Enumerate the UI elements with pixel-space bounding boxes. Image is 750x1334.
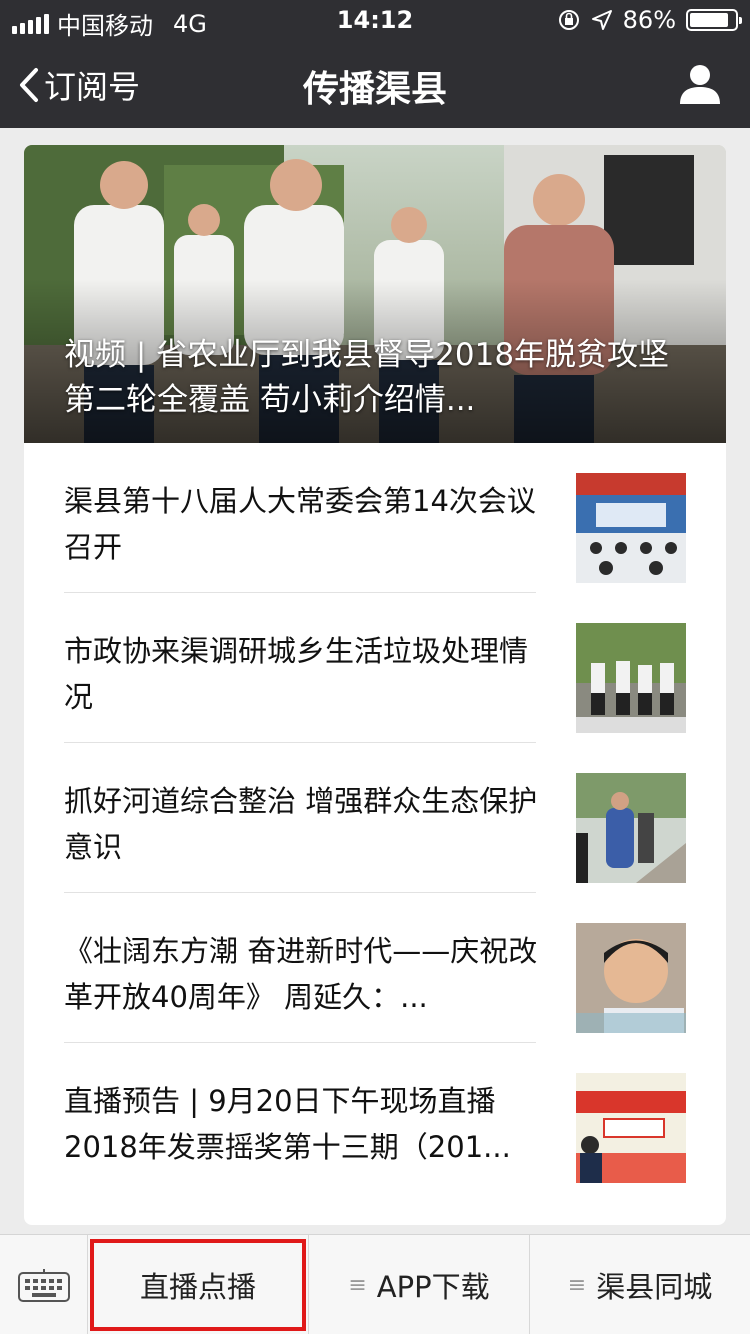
article-title: 《壮阔东方潮 奋进新时代——庆祝改革开放40周年》 周延久：...	[64, 934, 538, 1014]
article-title: 市政协来渠调研城乡生活垃圾处理情况	[64, 634, 529, 714]
battery-percent: 86%	[622, 6, 676, 34]
list-item[interactable]: 《壮阔东方潮 奋进新时代——庆祝改革开放40周年》 周延久：...	[64, 893, 686, 1043]
rotation-lock-icon	[558, 10, 579, 30]
article-title: 直播预告 | 9月20日下午现场直播2018年发票摇奖第十三期（201...	[64, 1084, 511, 1164]
menu-live-vod[interactable]: 直播点播	[88, 1235, 309, 1334]
article-thumbnail	[576, 773, 686, 883]
list-item[interactable]: 抓好河道综合整治 增强群众生态保护意识	[64, 743, 686, 893]
list-item[interactable]: 市政协来渠调研城乡生活垃圾处理情况	[64, 593, 686, 743]
article-thumbnail	[576, 623, 686, 733]
status-bar: 中国移动 4G 14:12 86%	[0, 0, 750, 40]
highlight-box	[90, 1239, 306, 1331]
nav-bar: 订阅号 传播渠县	[0, 40, 750, 128]
keyboard-toggle[interactable]	[0, 1235, 88, 1334]
article-card: 视频 | 省农业厅到我县督导2018年脱贫攻坚第二轮全覆盖 苟小莉介绍情... …	[24, 145, 726, 1225]
menu-label: APP下载	[376, 1270, 490, 1304]
page-title: 传播渠县	[302, 69, 447, 110]
menu-list-icon: ≡	[567, 1272, 587, 1298]
article-thumbnail	[576, 473, 686, 583]
article-title: 渠县第十八届人大常委会第14次会议召开	[64, 484, 536, 564]
menu-local-city[interactable]: ≡ 渠县同城	[530, 1235, 750, 1334]
list-item[interactable]: 渠县第十八届人大常委会第14次会议召开	[64, 443, 686, 593]
keyboard-icon	[17, 1269, 70, 1302]
article-thumbnail	[576, 923, 686, 1033]
bottom-menu: 直播点播 ≡ APP下载 ≡ 渠县同城	[0, 1234, 750, 1334]
hero-title: 视频 | 省农业厅到我县督导2018年脱贫攻坚第二轮全覆盖 苟小莉介绍情...	[64, 337, 670, 418]
menu-label: 渠县同城	[596, 1270, 713, 1304]
menu-list-icon: ≡	[348, 1272, 367, 1298]
hero-article[interactable]: 视频 | 省农业厅到我县督导2018年脱贫攻坚第二轮全覆盖 苟小莉介绍情...	[24, 145, 726, 443]
article-thumbnail	[576, 1073, 686, 1183]
battery-icon	[686, 9, 742, 31]
profile-icon[interactable]	[678, 62, 722, 106]
location-icon	[591, 10, 612, 30]
menu-app-download[interactable]: ≡ APP下载	[309, 1235, 530, 1334]
article-title: 抓好河道综合整治 增强群众生态保护意识	[64, 784, 538, 864]
list-item[interactable]: 直播预告 | 9月20日下午现场直播2018年发票摇奖第十三期（201...	[64, 1043, 686, 1193]
